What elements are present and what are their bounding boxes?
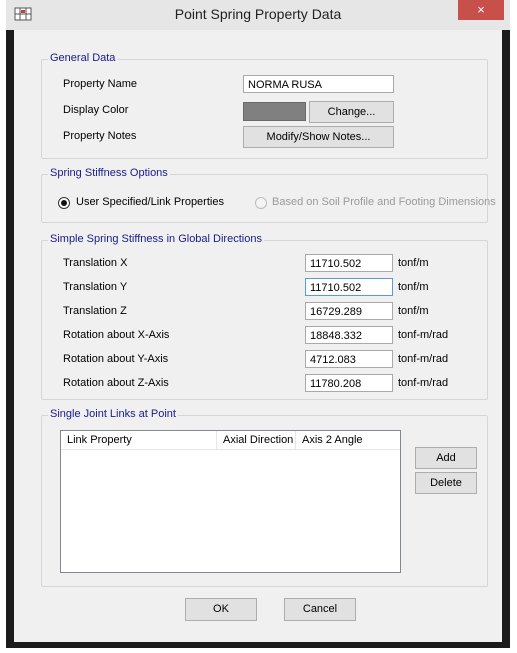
stiffness-unit: tonf/m: [398, 257, 429, 269]
links-list-header: Link Property Axial Direction Axis 2 Ang…: [61, 431, 400, 450]
property-name-input[interactable]: NORMA RUSA: [243, 75, 394, 93]
soil-profile-label: Based on Soil Profile and Footing Dimens…: [272, 196, 496, 208]
change-color-button[interactable]: Change...: [309, 101, 394, 123]
column-header[interactable]: Axial Direction: [217, 431, 296, 449]
display-color-swatch[interactable]: [243, 102, 306, 121]
stiffness-unit: tonf/m: [398, 281, 429, 293]
spring-options-title: Spring Stiffness Options: [48, 167, 170, 179]
stiffness-title: Simple Spring Stiffness in Global Direct…: [48, 233, 264, 245]
stiffness-unit: tonf-m/rad: [398, 329, 449, 341]
stiffness-unit: tonf-m/rad: [398, 353, 449, 365]
stiffness-value-input[interactable]: 11710.502: [305, 278, 393, 296]
stiffness-label: Rotation about Z-Axis: [63, 377, 169, 389]
display-color-label: Display Color: [63, 104, 129, 116]
stiffness-value-input[interactable]: 4712.083: [305, 350, 393, 368]
column-header[interactable]: Link Property: [61, 431, 217, 449]
soil-profile-radio: [255, 197, 267, 209]
stiffness-unit: tonf-m/rad: [398, 377, 449, 389]
add-link-button[interactable]: Add: [415, 447, 477, 469]
stiffness-group: Simple Spring Stiffness in Global Direct…: [41, 233, 488, 400]
stiffness-label: Translation Y: [63, 281, 128, 293]
links-group: Single Joint Links at Point Link Propert…: [41, 408, 488, 587]
close-button[interactable]: ×: [458, 0, 504, 20]
modify-notes-button[interactable]: Modify/Show Notes...: [243, 126, 394, 148]
stiffness-value-input[interactable]: 16729.289: [305, 302, 393, 320]
links-list[interactable]: Link Property Axial Direction Axis 2 Ang…: [60, 430, 401, 573]
title-bar[interactable]: Point Spring Property Data ×: [6, 0, 510, 30]
ok-button[interactable]: OK: [185, 598, 257, 621]
stiffness-label: Rotation about X-Axis: [63, 329, 170, 341]
cancel-button[interactable]: Cancel: [284, 598, 356, 621]
delete-link-button[interactable]: Delete: [415, 472, 477, 494]
close-icon: ×: [477, 2, 485, 17]
user-specified-radio[interactable]: [58, 197, 70, 209]
dialog-body: General Data Property Name NORMA RUSA Di…: [14, 30, 502, 642]
general-data-title: General Data: [48, 52, 118, 64]
column-header[interactable]: Axis 2 Angle: [296, 431, 402, 449]
property-notes-label: Property Notes: [63, 130, 137, 142]
stiffness-value-input[interactable]: 18848.332: [305, 326, 393, 344]
stiffness-label: Translation X: [63, 257, 128, 269]
window-title: Point Spring Property Data: [174, 6, 342, 22]
dialog-window: Point Spring Property Data × General Dat…: [6, 0, 510, 648]
screen: Point Spring Property Data × General Dat…: [0, 0, 517, 653]
property-name-label: Property Name: [63, 78, 137, 90]
stiffness-value-input[interactable]: 11780.208: [305, 374, 393, 392]
user-specified-label: User Specified/Link Properties: [76, 196, 224, 208]
links-title: Single Joint Links at Point: [48, 408, 178, 420]
stiffness-value-input[interactable]: 11710.502: [305, 254, 393, 272]
stiffness-label: Translation Z: [63, 305, 127, 317]
spring-options-group: Spring Stiffness Options User Specified/…: [41, 167, 496, 223]
stiffness-unit: tonf/m: [398, 305, 429, 317]
general-data-group: General Data Property Name NORMA RUSA Di…: [41, 52, 488, 159]
stiffness-label: Rotation about Y-Axis: [63, 353, 169, 365]
